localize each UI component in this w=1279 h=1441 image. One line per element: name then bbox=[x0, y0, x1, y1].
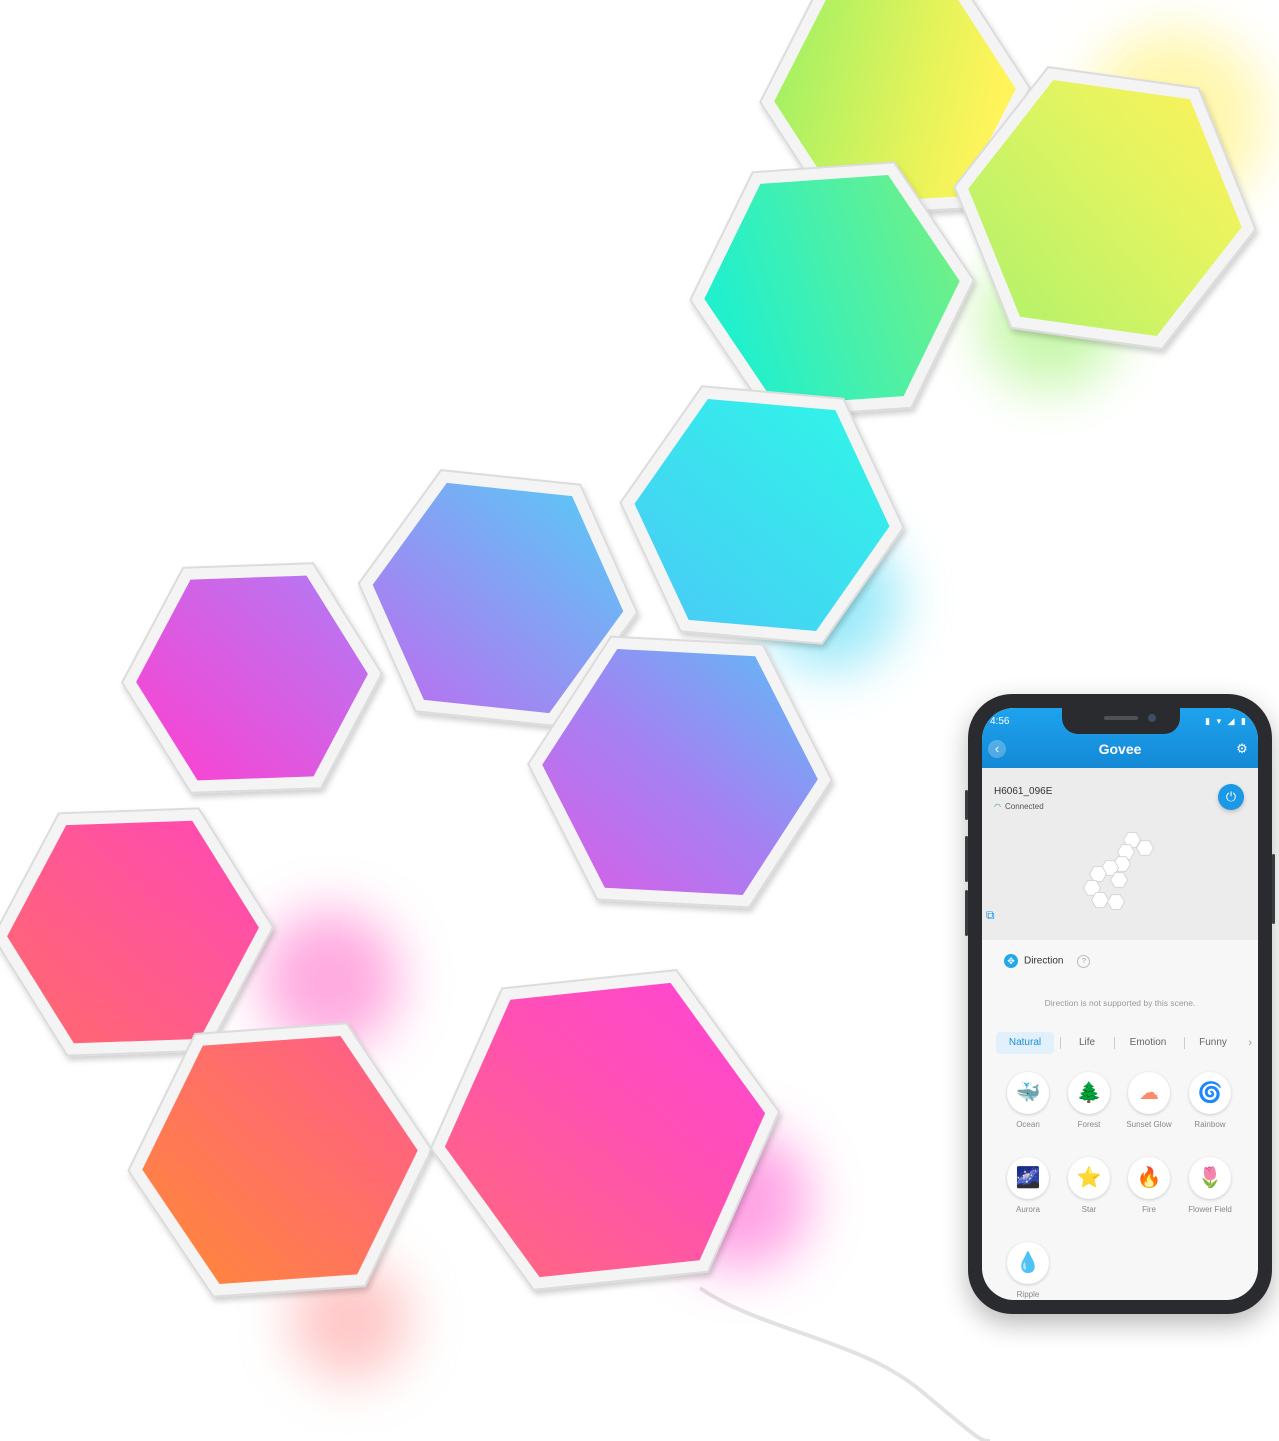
tab-natural[interactable]: Natural bbox=[996, 1032, 1054, 1054]
phone-side-button bbox=[965, 790, 968, 820]
scene-label: Ocean bbox=[1016, 1120, 1040, 1129]
panel-layout-preview[interactable] bbox=[1082, 822, 1162, 932]
scene-fire[interactable]: 🔥 Fire bbox=[1119, 1157, 1179, 1214]
phone-notch bbox=[1062, 708, 1180, 734]
mini-hexagon bbox=[1109, 872, 1129, 888]
scene-flower-field[interactable]: 🌷 Flower Field bbox=[1180, 1157, 1240, 1214]
tab-life[interactable]: Life bbox=[1066, 1032, 1108, 1054]
connection-status: ◠ Connected bbox=[994, 802, 1044, 811]
mini-hexagon bbox=[1088, 866, 1108, 882]
scene-label: Star bbox=[1081, 1205, 1097, 1214]
scene-label: Aurora bbox=[1015, 1205, 1040, 1214]
scene-aurora[interactable]: 🌌 Aurora bbox=[998, 1157, 1058, 1214]
status-icons: ▮ ▾ ◢ ▮ bbox=[1205, 716, 1248, 726]
direction-label: Direction bbox=[1024, 955, 1064, 967]
mini-hexagon bbox=[1090, 892, 1110, 908]
swirl-icon: 🌀 bbox=[1189, 1072, 1231, 1114]
scene-label: Rainbow bbox=[1194, 1120, 1226, 1129]
scene-star[interactable]: ⭐ Star bbox=[1059, 1157, 1119, 1214]
phone-volume-up bbox=[965, 836, 968, 882]
tab-emotion[interactable]: Emotion bbox=[1118, 1032, 1178, 1054]
direction-icon: ✥ bbox=[1004, 954, 1018, 968]
scene-rainbow[interactable]: 🌀 Rainbow bbox=[1180, 1072, 1240, 1129]
help-icon[interactable]: ? bbox=[1077, 954, 1091, 968]
connection-status-label: Connected bbox=[1004, 802, 1044, 811]
tab-funny[interactable]: Funny bbox=[1188, 1032, 1238, 1054]
direction-note: Direction is not supported by this scene… bbox=[1044, 998, 1196, 1008]
scene-ocean[interactable]: 🐳 Ocean bbox=[998, 1072, 1058, 1129]
scene-category-tabs: Natural Life Emotion Funny › bbox=[996, 1032, 1252, 1054]
power-icon: ⏻ bbox=[1225, 789, 1237, 804]
scene-label: Flower Field bbox=[1188, 1205, 1232, 1214]
phone-volume-down bbox=[965, 890, 968, 936]
ripple-icon: 💧 bbox=[1007, 1242, 1049, 1284]
device-panel: H6061_096E ◠ Connected ⏻ ⧉ bbox=[982, 768, 1258, 940]
scene-sunset-glow[interactable]: ☁ Sunset Glow bbox=[1119, 1072, 1179, 1129]
direction-row[interactable]: ✥ Direction? bbox=[1004, 954, 1091, 968]
settings-button[interactable]: ⚙ bbox=[1234, 741, 1250, 757]
aurora-icon: 🌌 bbox=[1007, 1157, 1049, 1199]
layout-edit-icon[interactable]: ⧉ bbox=[986, 908, 1000, 922]
speaker-grille bbox=[1104, 716, 1138, 720]
trees-icon: 🌲 bbox=[1068, 1072, 1110, 1114]
power-cable bbox=[698, 1286, 991, 1441]
scene-label: Fire bbox=[1142, 1205, 1156, 1214]
brand-logo: Govee bbox=[1098, 741, 1142, 757]
front-camera bbox=[1148, 714, 1156, 722]
device-name: H6061_096E bbox=[994, 786, 1053, 797]
star-icon: ⭐ bbox=[1068, 1157, 1110, 1199]
flame-icon: 🔥 bbox=[1128, 1157, 1170, 1199]
tab-divider bbox=[1114, 1037, 1115, 1049]
status-time: 4:56 bbox=[990, 716, 1010, 727]
cloud-icon: ☁ bbox=[1128, 1072, 1170, 1114]
scene-label: Forest bbox=[1077, 1120, 1101, 1129]
scene-forest[interactable]: 🌲 Forest bbox=[1059, 1072, 1119, 1129]
mini-hexagon bbox=[1135, 840, 1155, 856]
power-button[interactable]: ⏻ bbox=[1218, 784, 1244, 810]
chevron-right-icon[interactable]: › bbox=[1248, 1032, 1252, 1054]
tab-divider bbox=[1060, 1037, 1061, 1049]
wifi-icon: ◠ bbox=[994, 802, 1001, 811]
phone-screen: 4:56 ▮ ▾ ◢ ▮ ‹ Govee ⚙ H6061_096E ◠ Conne… bbox=[982, 708, 1258, 1300]
tab-divider bbox=[1184, 1037, 1185, 1049]
scene-label: Sunset Glow bbox=[1126, 1120, 1172, 1129]
mini-hexagon bbox=[1106, 894, 1126, 910]
phone-power-button bbox=[1272, 854, 1275, 924]
scene-label: Ripple bbox=[1016, 1290, 1040, 1299]
scene-ripple[interactable]: 💧 Ripple bbox=[998, 1242, 1058, 1299]
whale-icon: 🐳 bbox=[1007, 1072, 1049, 1114]
smartphone: 4:56 ▮ ▾ ◢ ▮ ‹ Govee ⚙ H6061_096E ◠ Conne… bbox=[965, 694, 1275, 1314]
gear-icon: ⚙ bbox=[1236, 741, 1248, 756]
tulip-icon: 🌷 bbox=[1189, 1157, 1231, 1199]
